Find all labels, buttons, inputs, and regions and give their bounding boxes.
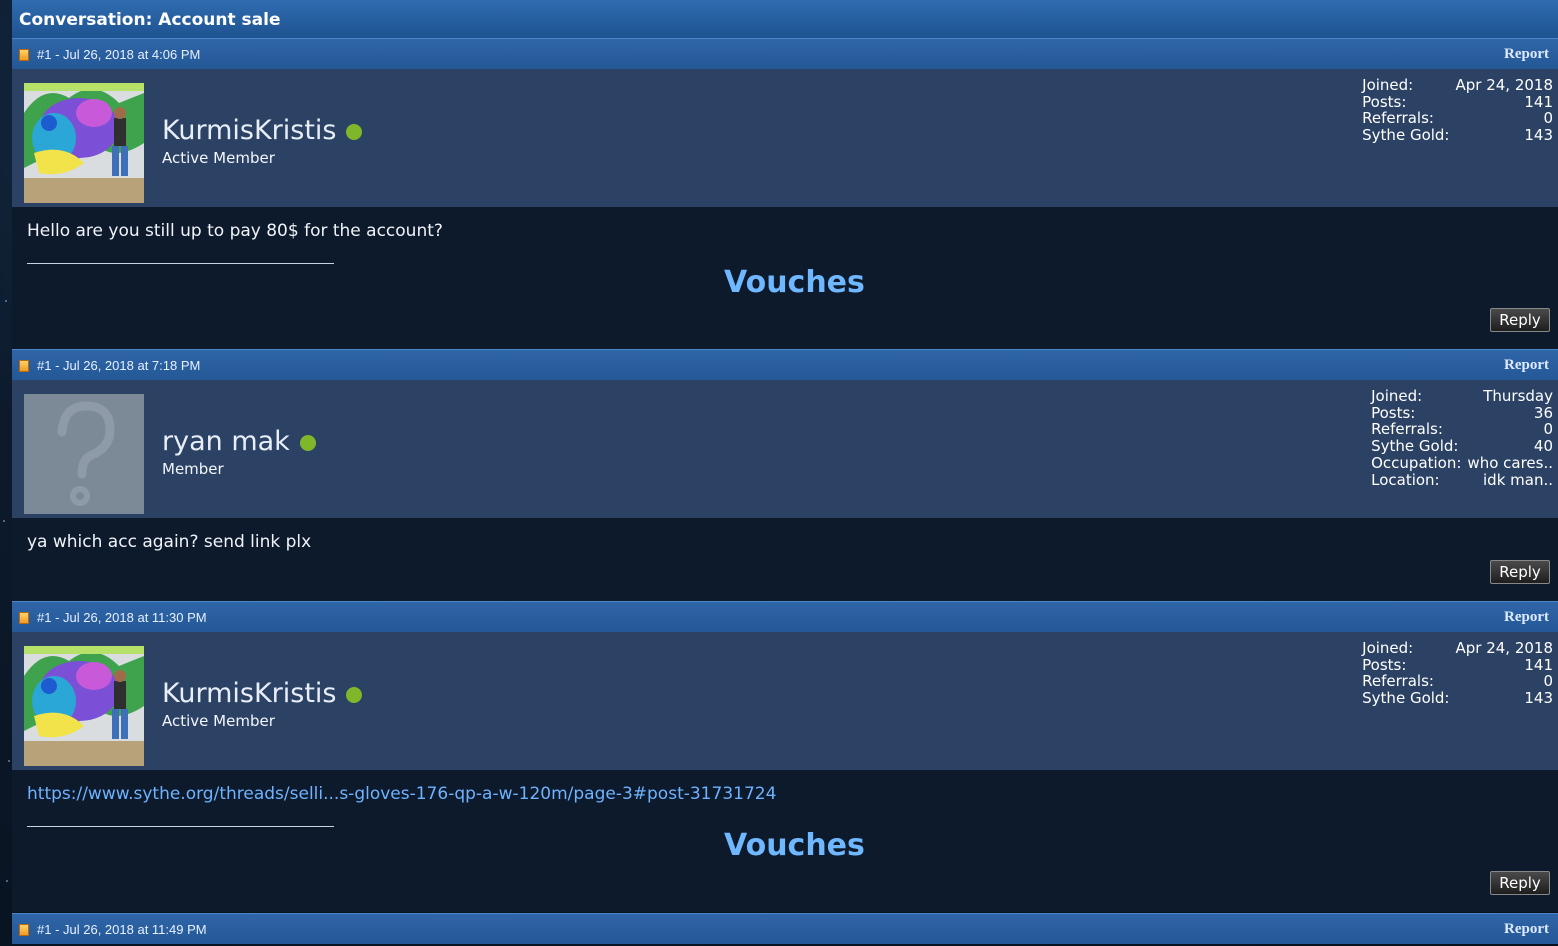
reply-button[interactable]: Reply bbox=[1490, 560, 1550, 584]
signature-divider bbox=[27, 263, 334, 264]
report-link[interactable]: Report bbox=[1504, 46, 1549, 63]
post: #1 - Jul 26, 2018 at 11:49 PM Report bbox=[12, 913, 1558, 944]
stat-label: Sythe Gold: bbox=[1362, 126, 1450, 145]
post-date: #1 - Jul 26, 2018 at 11:30 PM bbox=[37, 610, 207, 625]
username[interactable]: KurmisKristis bbox=[162, 115, 337, 146]
post-link[interactable]: https://www.sythe.org/threads/selli...s-… bbox=[27, 784, 776, 804]
stat-value: Thursday bbox=[1483, 387, 1553, 405]
stat-value: 143 bbox=[1524, 689, 1553, 708]
post-message: https://www.sythe.org/threads/selli...s-… bbox=[27, 784, 776, 804]
user-stats: Joined: Thursday Posts: 36 Referrals: 0 Syt… bbox=[1371, 388, 1553, 488]
reply-button[interactable]: Reply bbox=[1490, 308, 1550, 332]
post-flag-icon bbox=[19, 49, 29, 61]
report-link[interactable]: Report bbox=[1504, 609, 1549, 626]
stat-label: Referrals: bbox=[1362, 109, 1434, 128]
post: #1 - Jul 26, 2018 at 11:30 PM Report Kur… bbox=[12, 601, 1558, 912]
user-stats: Joined: Apr 24, 2018 Posts: 141 Referrals:… bbox=[1362, 640, 1553, 707]
post-date: #1 - Jul 26, 2018 at 11:49 PM bbox=[37, 922, 207, 937]
stat-label: Referrals: bbox=[1362, 672, 1434, 691]
post-header: #1 - Jul 26, 2018 at 11:49 PM Report bbox=[12, 913, 1558, 944]
online-status-icon bbox=[300, 435, 316, 451]
stat-label: Joined: bbox=[1362, 639, 1414, 657]
post-header: #1 - Jul 26, 2018 at 11:30 PM Report bbox=[12, 601, 1558, 632]
stat-value: 0 bbox=[1543, 420, 1553, 439]
stat-value: 40 bbox=[1533, 437, 1553, 456]
conversation-header: Conversation: Account sale bbox=[12, 0, 1558, 39]
stat-label: Occupation: bbox=[1371, 453, 1462, 472]
post-date: #1 - Jul 26, 2018 at 4:06 PM bbox=[37, 47, 201, 62]
user-role: Active Member bbox=[162, 149, 275, 167]
avatar[interactable] bbox=[24, 646, 144, 766]
post-message: Hello are you still up to pay 80$ for th… bbox=[27, 221, 443, 241]
stat-value: 0 bbox=[1543, 109, 1553, 128]
signature-vouches-link[interactable]: Vouches bbox=[724, 265, 865, 300]
stat-label: Sythe Gold: bbox=[1362, 689, 1450, 708]
user-info-bar: ryan mak Member Joined: Thursday Posts: 36… bbox=[12, 380, 1558, 518]
conversation-title: Conversation: Account sale bbox=[19, 10, 281, 30]
post: #1 - Jul 26, 2018 at 4:06 PM Report Kurm… bbox=[12, 38, 1558, 349]
post-message: ya which acc again? send link plx bbox=[27, 532, 312, 552]
post-date: #1 - Jul 26, 2018 at 7:18 PM bbox=[37, 358, 201, 373]
user-info-bar: KurmisKristis Active Member Joined: Apr 2… bbox=[12, 632, 1558, 770]
stat-value: 141 bbox=[1524, 92, 1553, 111]
post-header: #1 - Jul 26, 2018 at 7:18 PM Report bbox=[12, 349, 1558, 380]
username[interactable]: ryan mak bbox=[162, 426, 290, 457]
post-body: https://www.sythe.org/threads/selli...s-… bbox=[12, 770, 1558, 912]
stat-value: Apr 24, 2018 bbox=[1455, 76, 1553, 94]
post-header: #1 - Jul 26, 2018 at 4:06 PM Report bbox=[12, 38, 1558, 69]
user-role: Active Member bbox=[162, 712, 275, 730]
post-flag-icon bbox=[19, 612, 29, 624]
username[interactable]: KurmisKristis bbox=[162, 678, 337, 709]
user-stats: Joined: Apr 24, 2018 Posts: 141 Referrals:… bbox=[1362, 77, 1553, 144]
stat-label: Joined: bbox=[1362, 76, 1414, 94]
stat-value: Apr 24, 2018 bbox=[1455, 639, 1553, 657]
online-status-icon bbox=[346, 124, 362, 140]
stat-value: who cares.. bbox=[1467, 453, 1553, 472]
signature-vouches-link[interactable]: Vouches bbox=[724, 828, 865, 863]
stat-label: Posts: bbox=[1362, 655, 1407, 674]
post-flag-icon bbox=[19, 924, 29, 936]
avatar[interactable] bbox=[24, 83, 144, 203]
stat-value: 0 bbox=[1543, 672, 1553, 691]
stat-label: Referrals: bbox=[1371, 420, 1443, 439]
stat-label: Posts: bbox=[1371, 403, 1416, 422]
signature-divider bbox=[27, 826, 334, 827]
online-status-icon bbox=[346, 687, 362, 703]
post-flag-icon bbox=[19, 360, 29, 372]
stat-value: 143 bbox=[1524, 126, 1553, 145]
report-link[interactable]: Report bbox=[1504, 921, 1549, 938]
post-body: ya which acc again? send link plx Reply bbox=[12, 518, 1558, 601]
reply-button[interactable]: Reply bbox=[1490, 871, 1550, 895]
report-link[interactable]: Report bbox=[1504, 357, 1549, 374]
stat-label: Sythe Gold: bbox=[1371, 437, 1459, 456]
stat-label: Posts: bbox=[1362, 92, 1407, 111]
avatar[interactable] bbox=[24, 394, 144, 514]
stat-label: Joined: bbox=[1371, 387, 1423, 405]
stat-value: 36 bbox=[1533, 403, 1553, 422]
stat-value: 141 bbox=[1524, 655, 1553, 674]
stat-value: idk man.. bbox=[1483, 470, 1553, 489]
post: #1 - Jul 26, 2018 at 7:18 PM Report ryan… bbox=[12, 349, 1558, 601]
stat-label: Location: bbox=[1371, 470, 1440, 489]
user-info-bar: KurmisKristis Active Member Joined: Apr 2… bbox=[12, 69, 1558, 207]
post-body: Hello are you still up to pay 80$ for th… bbox=[12, 207, 1558, 349]
user-role: Member bbox=[162, 460, 224, 478]
